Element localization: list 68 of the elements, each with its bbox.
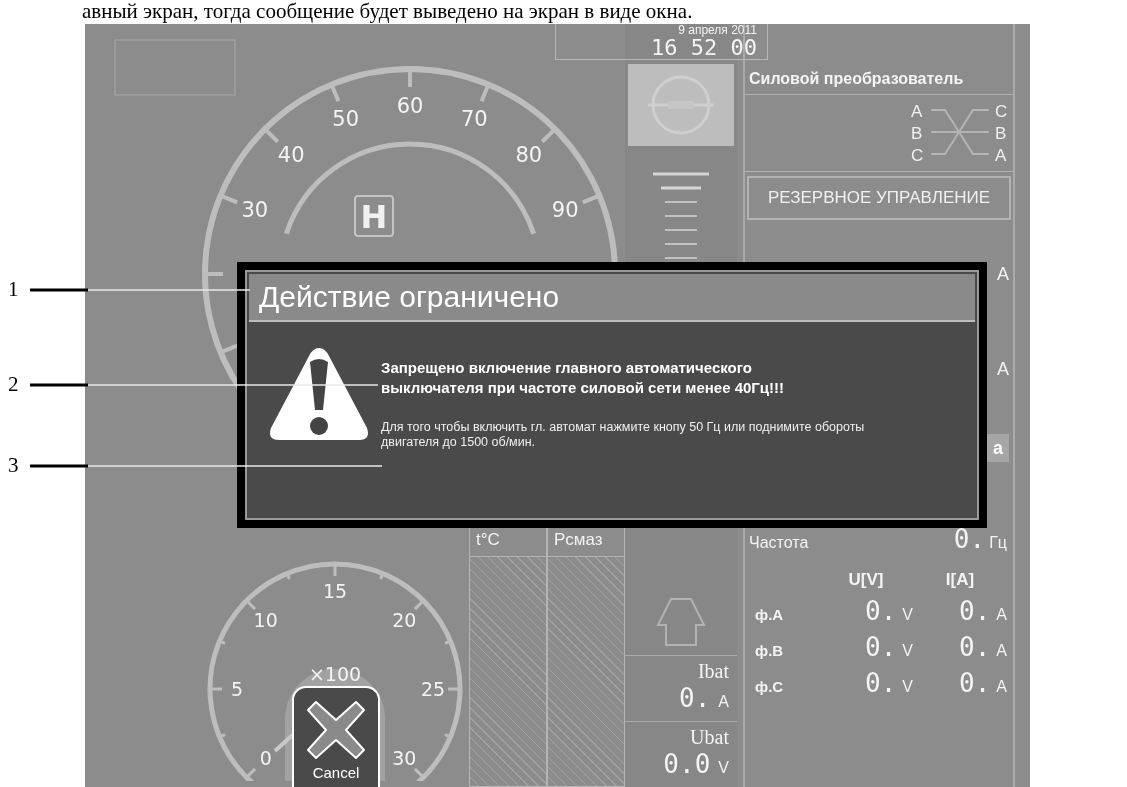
phase-label: A (995, 146, 1007, 165)
gauge-label: 0 (259, 747, 272, 770)
gauge-label: 10 (253, 608, 278, 631)
phase-name: ф.C (755, 678, 785, 695)
reading-unit: A (997, 359, 1009, 380)
callout-number: 3 (8, 452, 19, 479)
readout-label: Ibat (697, 660, 729, 683)
frequency-value: 0. (953, 524, 986, 554)
caption-text: авный экран, тогда сообщение будет выведено на экран в виде окна. (81, 0, 694, 24)
dialog-hint: Для того чтобы включить гл. автомат нажмите кнопу 50 Гц или поднимите обороты двигателя до 1500 об/мин. (381, 420, 866, 450)
current-unit: A (996, 606, 1007, 624)
close-icon (304, 698, 368, 762)
voltage-unit: V (902, 678, 913, 696)
phase-label: A (911, 102, 923, 121)
current-value: 0. (959, 632, 991, 662)
gauge-label: 40 (277, 143, 305, 168)
date-text: 9 апреля 2011 (678, 24, 757, 36)
current-unit: A (996, 642, 1007, 660)
phase-label: B (911, 124, 923, 143)
phase-swap-lines (930, 109, 990, 155)
phase-name: ф.A (755, 606, 785, 623)
gauge-label: 20 (392, 608, 417, 631)
side-button[interactable]: a (987, 434, 1009, 462)
reserve-control-button[interactable]: РЕЗЕРВНОЕ УПРАВЛЕНИЕ (747, 176, 1011, 220)
hatched-arrow-icon (656, 597, 706, 647)
phase-label: B (995, 124, 1007, 143)
reading-unit: A (997, 264, 1009, 285)
readout-label: Ubat (690, 726, 729, 749)
readout-unit: A (718, 693, 729, 711)
current-unit: A (996, 678, 1007, 696)
column-header: I[A] (944, 570, 976, 590)
cancel-button[interactable]: Cancel (292, 686, 380, 787)
current-value: 0. (959, 596, 991, 626)
gauge-label: 30 (392, 747, 417, 770)
gauge-unit: ×100 (308, 663, 362, 685)
bar-header: Рсмаз (548, 526, 624, 557)
gauge-label: 30 (241, 197, 269, 222)
phase-name: ф.B (755, 642, 785, 659)
readout-value: 0.0 (663, 749, 711, 779)
gauge-label: 60 (396, 94, 424, 118)
bar-header: t°C (470, 526, 546, 557)
callout-number: 2 (8, 371, 19, 398)
phase-label: C (911, 146, 924, 165)
gauge-label: 80 (515, 143, 543, 168)
gauge-label: 5 (230, 678, 244, 700)
frequency-label: Частота (749, 534, 809, 552)
callout-number: 1 (8, 276, 19, 303)
readout-value: 0. (679, 683, 711, 713)
voltage-unit: V (902, 642, 913, 660)
frequency-unit: Гц (989, 534, 1007, 552)
gauge-label: 90 (551, 197, 579, 222)
time-text: 16 52 00 (651, 36, 757, 60)
gauge-label: 70 (460, 106, 488, 131)
dialog-message: Запрещено включение главного автоматического выключателя при частоте силовой сети менее 40Гц!!! (381, 358, 786, 398)
voltage-unit: V (902, 606, 913, 624)
gauge-label: 50 (332, 106, 360, 131)
voltage-value: 0. (865, 632, 897, 662)
voltage-value: 0. (865, 596, 897, 626)
dialog-title: Действие ограничено (249, 274, 975, 322)
current-value: 0. (959, 668, 991, 698)
voltage-value: 0. (865, 668, 897, 698)
column-header: U[V] (847, 570, 885, 590)
mode-indicator: H (354, 195, 394, 237)
gauge-label: 15 (322, 580, 348, 602)
gauge-label: 25 (420, 678, 446, 700)
phase-label: C (995, 102, 1008, 121)
readout-unit: V (718, 759, 729, 777)
panel-title: Силовой преобразователь (745, 64, 1013, 95)
